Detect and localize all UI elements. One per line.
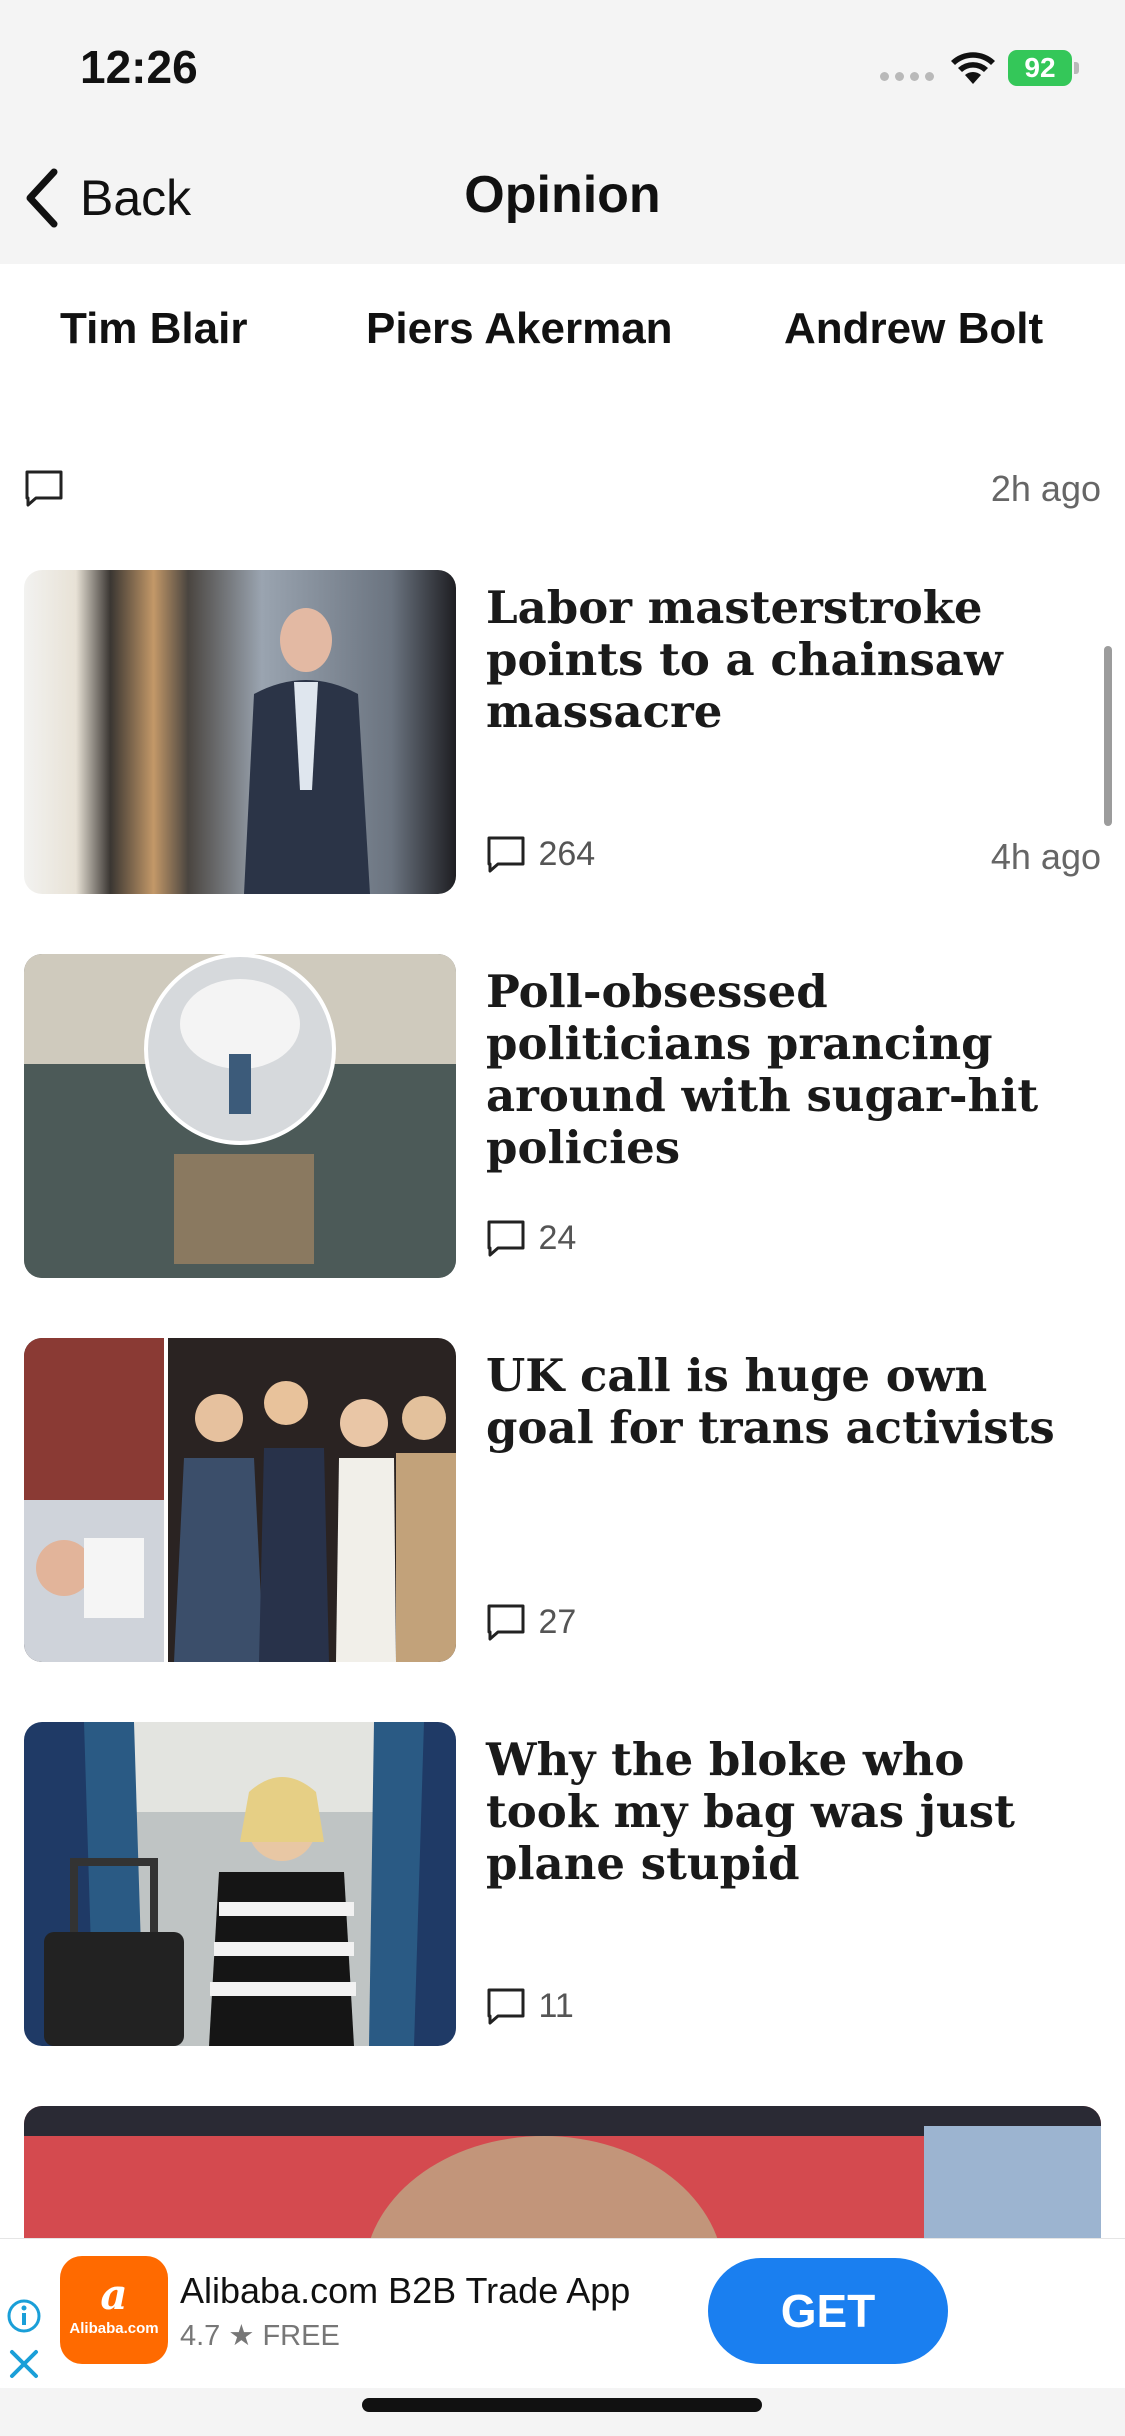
ad-logo-text: Alibaba.com (69, 2320, 159, 2337)
home-indicator[interactable] (362, 2398, 762, 2412)
comment-count: 11 (538, 1986, 574, 2025)
scroll-indicator (1104, 646, 1112, 826)
alibaba-mark-icon: a (100, 2270, 128, 2319)
chevron-left-icon (26, 168, 58, 228)
article-image (24, 954, 456, 1278)
article-meta: 11 (486, 1986, 1101, 2034)
article-headline: UK call is huge own goal for trans activ… (486, 1349, 1055, 1454)
article-meta: 264 4h ago (486, 834, 1101, 882)
article-image (24, 570, 456, 894)
bottom-safe-area (0, 2388, 1125, 2436)
comment-count: 24 (538, 1218, 577, 1257)
article-headline: Labor masterstroke points to a chainsaw … (486, 581, 1003, 738)
author-tab-andrew-bolt[interactable]: Andrew Bolt (784, 304, 1043, 354)
ad-rating: 4.7 (180, 2320, 221, 2352)
ad-banner[interactable] (0, 2238, 1125, 2388)
comment-icon[interactable] (24, 468, 64, 508)
article-card[interactable]: Labor masterstroke points to a chainsaw … (24, 570, 1101, 894)
article-card[interactable]: UK call is huge own goal for trans activ… (24, 1338, 1101, 1662)
time-ago: 2h ago (990, 468, 1101, 509)
article-card[interactable]: Why the bloke who took my bag was just p… (24, 1722, 1101, 2046)
article-card[interactable]: Poll-obsessed politicians prancing aroun… (24, 954, 1101, 1278)
ad-price: FREE (262, 2320, 340, 2352)
wifi-icon (951, 52, 995, 84)
battery-level: 92 (1008, 50, 1072, 86)
back-button[interactable]: Back (22, 162, 191, 234)
article-image (24, 1338, 456, 1662)
previous-item-meta: 2h ago (24, 468, 1101, 518)
alibaba-logo: a Alibaba.com (60, 2256, 168, 2364)
article-meta: 24 (486, 1218, 1101, 1266)
author-tab-piers-akerman[interactable]: Piers Akerman (366, 304, 673, 354)
battery-icon: 92 (1008, 50, 1080, 86)
article-image (24, 1722, 456, 2046)
status-time: 12:26 (80, 41, 198, 93)
ad-rating-row: 4.7 ★ FREE (180, 2318, 340, 2353)
article-headline: Poll-obsessed politicians prancing aroun… (486, 965, 1039, 1174)
get-button[interactable]: GET (708, 2258, 948, 2364)
back-label: Back (80, 170, 192, 226)
top-bar: 12:26 92 Back Opinion (0, 0, 1125, 264)
comment-count: 27 (538, 1602, 577, 1641)
comment-icon[interactable] (486, 1602, 526, 1642)
comment-icon[interactable] (486, 1218, 526, 1258)
comment-icon[interactable] (486, 834, 526, 874)
time-ago: 4h ago (990, 836, 1101, 877)
article-feed: 2h ago Labor masterstroke points to a ch… (0, 404, 1125, 2238)
ad-title: Alibaba.com B2B Trade App (180, 2270, 631, 2311)
author-tabs: Tim Blair Piers Akerman Andrew Bolt (0, 264, 1125, 404)
cellular-signal-icon (880, 72, 934, 81)
star-icon: ★ (228, 2320, 255, 2352)
author-tab-tim-blair[interactable]: Tim Blair (60, 304, 247, 354)
close-icon[interactable] (6, 2346, 42, 2382)
comment-count: 264 (538, 834, 596, 873)
article-headline: Why the bloke who took my bag was just p… (486, 1733, 1015, 1890)
info-icon[interactable] (6, 2298, 42, 2334)
article-meta: 27 (486, 1602, 1101, 1650)
comment-icon[interactable] (486, 1986, 526, 2026)
